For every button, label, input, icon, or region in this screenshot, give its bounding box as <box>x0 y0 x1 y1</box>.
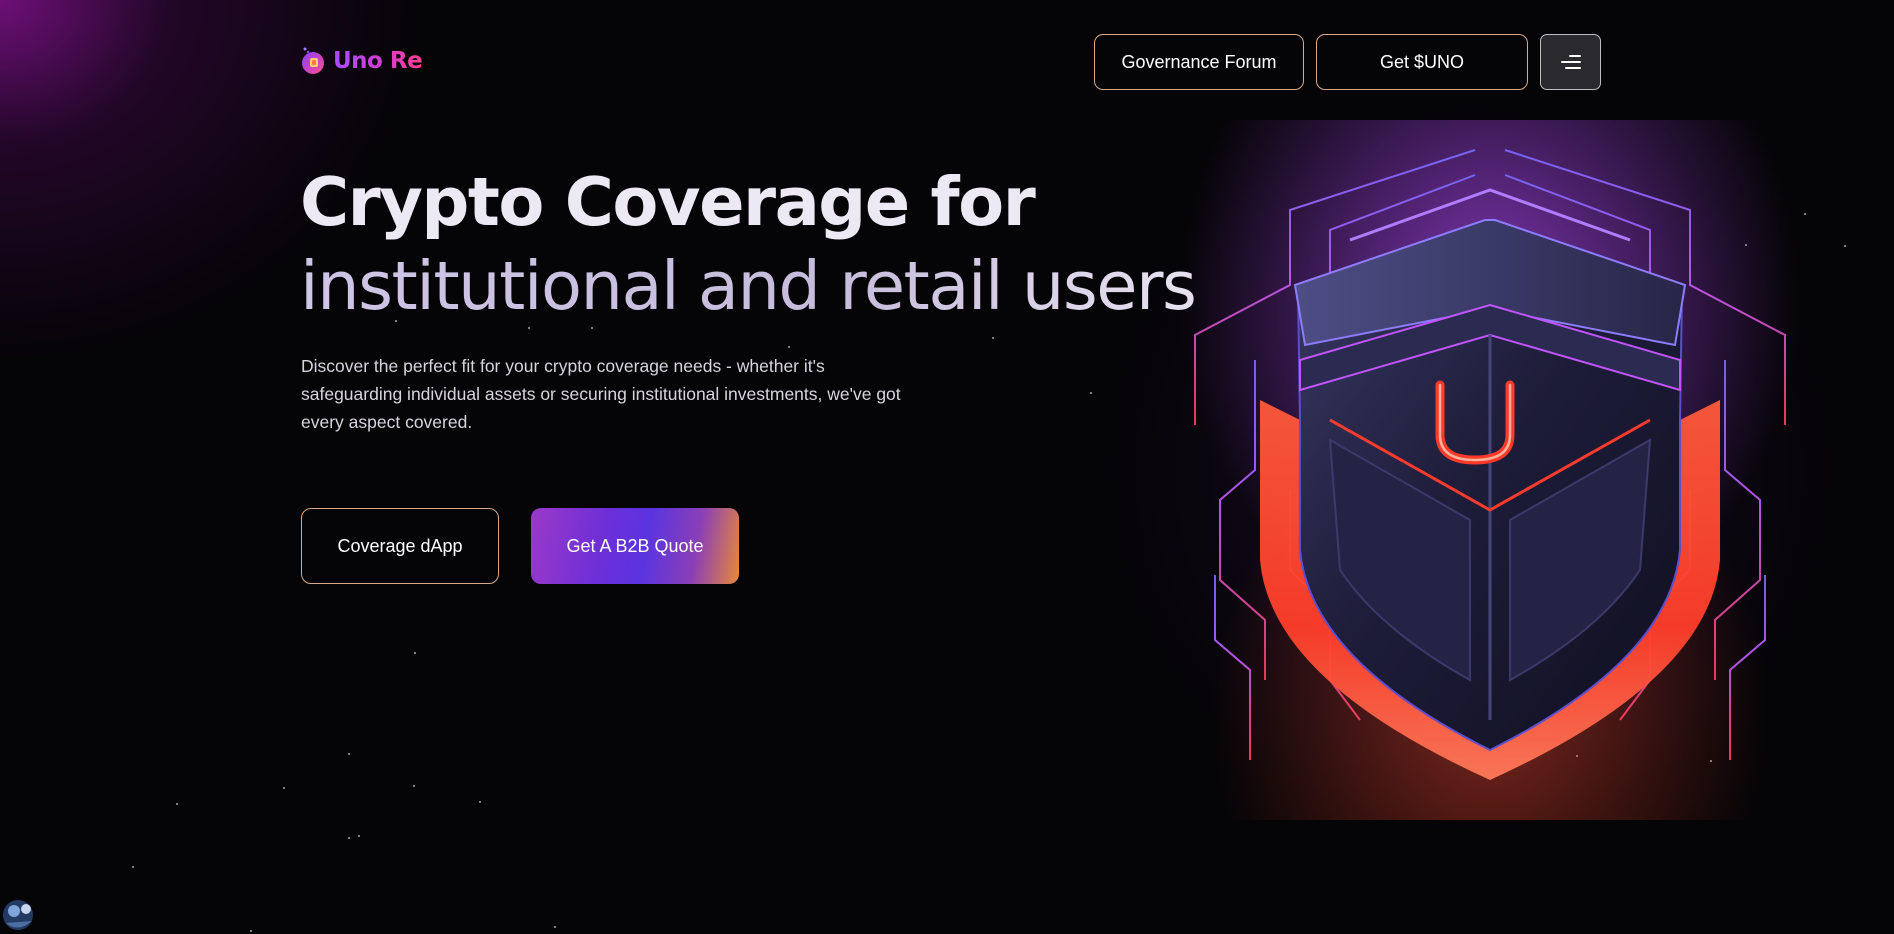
landing-page: Uno Re Governance Forum Get $UNO Crypto … <box>0 0 1894 934</box>
shield-u-icon <box>1180 120 1800 820</box>
hamburger-menu-icon <box>1560 55 1581 69</box>
cta-buttons: Coverage dApp Get A B2B Quote <box>301 508 739 584</box>
top-nav: Governance Forum Get $UNO <box>1094 34 1601 90</box>
hero-title-line1: Crypto Coverage for <box>300 163 1036 241</box>
menu-button[interactable] <box>1540 34 1601 90</box>
coverage-dapp-button[interactable]: Coverage dApp <box>301 508 499 584</box>
brand-logo[interactable]: Uno Re <box>301 46 422 76</box>
brand-name: Uno Re <box>333 48 422 74</box>
brand-name-part2: Re <box>389 48 423 74</box>
brand-name-part1: Uno <box>333 48 383 74</box>
hero-title: Crypto Coverage for institutional and re… <box>300 160 1197 328</box>
corner-avatar[interactable] <box>0 893 42 934</box>
b2b-quote-button[interactable]: Get A B2B Quote <box>531 508 739 584</box>
governance-forum-button[interactable]: Governance Forum <box>1094 34 1304 90</box>
uno-re-logo-icon <box>301 46 327 76</box>
get-uno-button[interactable]: Get $UNO <box>1316 34 1528 90</box>
hero-description: Discover the perfect fit for your crypto… <box>301 356 901 432</box>
hero-title-line2: institutional and retail users <box>300 244 1197 328</box>
shield-illustration <box>1180 120 1800 820</box>
